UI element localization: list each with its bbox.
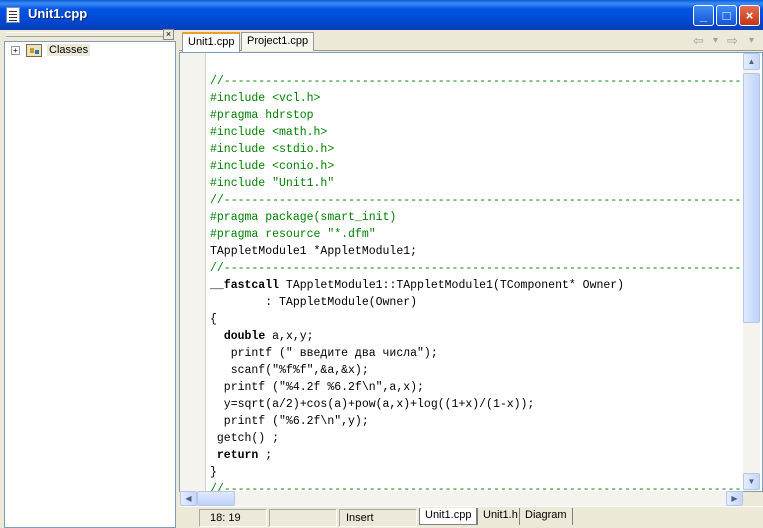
status-bar: 18: 19 Insert Unit1.cpp Unit1.h Diagram: [179, 506, 763, 528]
document-icon: [6, 7, 20, 23]
code-line: printf (" введите два числа");: [210, 347, 438, 360]
code-line: #include "Unit1.h": [210, 177, 335, 190]
code-line: #pragma hdrstop: [210, 109, 314, 122]
code-line: {: [210, 313, 217, 326]
code-fragment: TAppletModule1::TAppletModule1(TComponen…: [285, 279, 625, 292]
code-line: }: [210, 466, 217, 479]
code-line: #include <math.h>: [210, 126, 328, 139]
panel-grip[interactable]: [6, 32, 166, 37]
editor-gutter[interactable]: [180, 53, 206, 491]
title-bar[interactable]: Unit1.cpp _ □ ×: [0, 0, 763, 30]
maximize-button[interactable]: □: [716, 5, 737, 26]
scroll-right-icon[interactable]: ▶: [726, 491, 743, 506]
cursor-position: 18: 19: [199, 509, 267, 527]
code-line: //--------------------------------------…: [210, 75, 742, 88]
horizontal-scrollbar[interactable]: ◀ ▶: [180, 491, 743, 506]
horizontal-scroll-thumb[interactable]: [197, 491, 235, 506]
back-dropdown-icon[interactable]: ▾: [713, 35, 718, 46]
code-line: double a,x,y;: [223, 330, 314, 343]
code-line: //--------------------------------------…: [210, 262, 742, 275]
vertical-scrollbar[interactable]: ▲ ▼: [743, 53, 760, 491]
minimize-button[interactable]: _: [693, 5, 714, 26]
tab-project1-cpp[interactable]: Project1.cpp: [241, 32, 315, 51]
editor-tab-bar: Unit1.cpp Project1.cpp ⇦ ▾ ⇨ ▾: [179, 30, 763, 52]
code-line: #pragma package(smart_init): [210, 211, 397, 224]
tree-item-classes[interactable]: Classes: [47, 44, 91, 56]
tab-bottom-unit1-cpp[interactable]: Unit1.cpp: [419, 508, 478, 525]
class-explorer-tree[interactable]: + Classes: [4, 41, 176, 528]
tree-expand-icon[interactable]: +: [11, 46, 20, 55]
code-line: #include <conio.h>: [210, 160, 335, 173]
tab-bottom-unit1-h[interactable]: Unit1.h: [477, 508, 523, 525]
code-line: #include <vcl.h>: [210, 92, 321, 105]
scroll-left-icon[interactable]: ◀: [180, 491, 197, 506]
code-line: scanf("%f%f",&a,&x);: [210, 364, 369, 377]
tab-unit1-cpp[interactable]: Unit1.cpp: [182, 32, 241, 52]
vertical-scroll-thumb[interactable]: [743, 73, 760, 323]
modified-indicator: [269, 509, 337, 527]
code-line: __fastcall TAppletModule1::TAppletModule…: [210, 279, 625, 292]
code-line: y=sqrt(a/2)+cos(a)+pow(a,x)+log((1+x)/(1…: [210, 398, 535, 411]
code-line: #pragma resource "*.dfm": [210, 228, 376, 241]
code-text[interactable]: //--------------------------------------…: [210, 56, 742, 491]
code-line: : TAppletModule(Owner): [210, 296, 418, 309]
close-button[interactable]: ×: [739, 5, 760, 26]
scroll-up-icon[interactable]: ▲: [743, 53, 760, 70]
tab-bottom-diagram[interactable]: Diagram: [519, 508, 573, 525]
code-editor[interactable]: //--------------------------------------…: [179, 52, 763, 492]
code-line: printf ("%4.2f %6.2f\n",a,x);: [210, 381, 424, 394]
forward-dropdown-icon[interactable]: ▾: [749, 35, 754, 46]
code-line: TAppletModule1 *AppletModule1;: [210, 245, 418, 258]
code-line: printf ("%6.2f\n",y);: [210, 415, 369, 428]
panel-close-icon[interactable]: ×: [163, 29, 174, 40]
code-line: return ;: [216, 449, 273, 462]
code-line: //--------------------------------------…: [210, 194, 742, 207]
code-line: #include <stdio.h>: [210, 143, 335, 156]
insert-mode: Insert: [339, 509, 417, 527]
window-title: Unit1.cpp: [28, 6, 88, 21]
forward-arrow-icon[interactable]: ⇨: [727, 33, 738, 49]
classes-folder-icon: [26, 44, 42, 57]
scroll-down-icon[interactable]: ▼: [743, 473, 760, 490]
back-arrow-icon[interactable]: ⇦: [693, 33, 704, 49]
code-line: getch() ;: [210, 432, 280, 445]
